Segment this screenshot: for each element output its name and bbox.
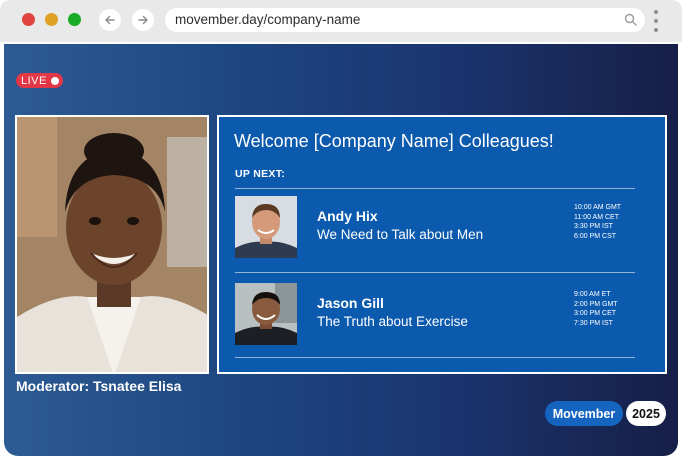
stream-stage: LIVE Moderator: Tsnatee Elisa Welcome [C… <box>4 44 678 456</box>
arrow-right-icon <box>138 15 148 25</box>
live-badge: LIVE <box>16 73 63 88</box>
time-slot: 6:00 PM CST <box>574 232 617 240</box>
talk-title: The Truth about Exercise <box>317 314 468 329</box>
minimize-window-button[interactable] <box>45 13 58 26</box>
speaker-name: Andy Hix <box>317 208 378 224</box>
live-label: LIVE <box>21 74 47 87</box>
forward-button[interactable] <box>132 9 154 31</box>
up-next-heading: UP NEXT: <box>235 168 286 180</box>
session-times: 10:00 AM GMT 11:00 AM CET 3:30 PM IST 6:… <box>574 203 621 241</box>
speaker-name: Jason Gill <box>317 295 384 311</box>
maximize-window-button[interactable] <box>68 13 81 26</box>
moderator-name: Moderator: Tsnatee Elisa <box>16 378 182 394</box>
back-button[interactable] <box>99 9 121 31</box>
kebab-menu-icon[interactable] <box>652 10 660 32</box>
session-times: 9:00 AM ET 2:00 PM GMT 3:00 PM CET 7:30 … <box>574 290 618 328</box>
divider <box>235 272 635 273</box>
agenda-panel: Welcome [Company Name] Colleagues! UP NE… <box>217 115 667 374</box>
time-slot: 9:00 AM ET <box>574 291 611 298</box>
time-slot: 2:00 PM GMT <box>574 300 618 308</box>
divider <box>235 357 635 358</box>
time-slot: 3:00 PM CET <box>574 310 617 317</box>
arrow-left-icon <box>105 15 115 25</box>
talk-title: We Need to Talk about Men <box>317 227 484 242</box>
time-slot: 7:30 PM IST <box>574 319 613 327</box>
moderator-video <box>15 115 209 374</box>
month-badge: Movember <box>545 401 623 426</box>
panel-title: Welcome [Company Name] Colleagues! <box>234 131 554 151</box>
speaker-photo <box>235 196 297 258</box>
moderator-photo <box>17 117 207 372</box>
year-badge: 2025 <box>626 401 666 426</box>
search-icon[interactable] <box>624 13 637 26</box>
session-item: Jason Gill The Truth about Exercise 9:00… <box>235 283 635 347</box>
close-window-button[interactable] <box>22 13 35 26</box>
speaker-photo <box>235 283 297 345</box>
time-slot: 11:00 AM CET <box>574 213 620 221</box>
session-item: Andy Hix We Need to Talk about Men 10:00… <box>235 196 635 260</box>
address-bar[interactable]: movember.day/company-name <box>165 8 645 32</box>
time-slot: 10:00 AM GMT <box>574 204 622 211</box>
time-slot: 3:30 PM IST <box>574 223 613 230</box>
browser-toolbar: movember.day/company-name <box>0 0 682 42</box>
live-dot-icon <box>50 76 59 85</box>
divider <box>235 188 635 189</box>
url-text[interactable]: movember.day/company-name <box>175 12 360 27</box>
